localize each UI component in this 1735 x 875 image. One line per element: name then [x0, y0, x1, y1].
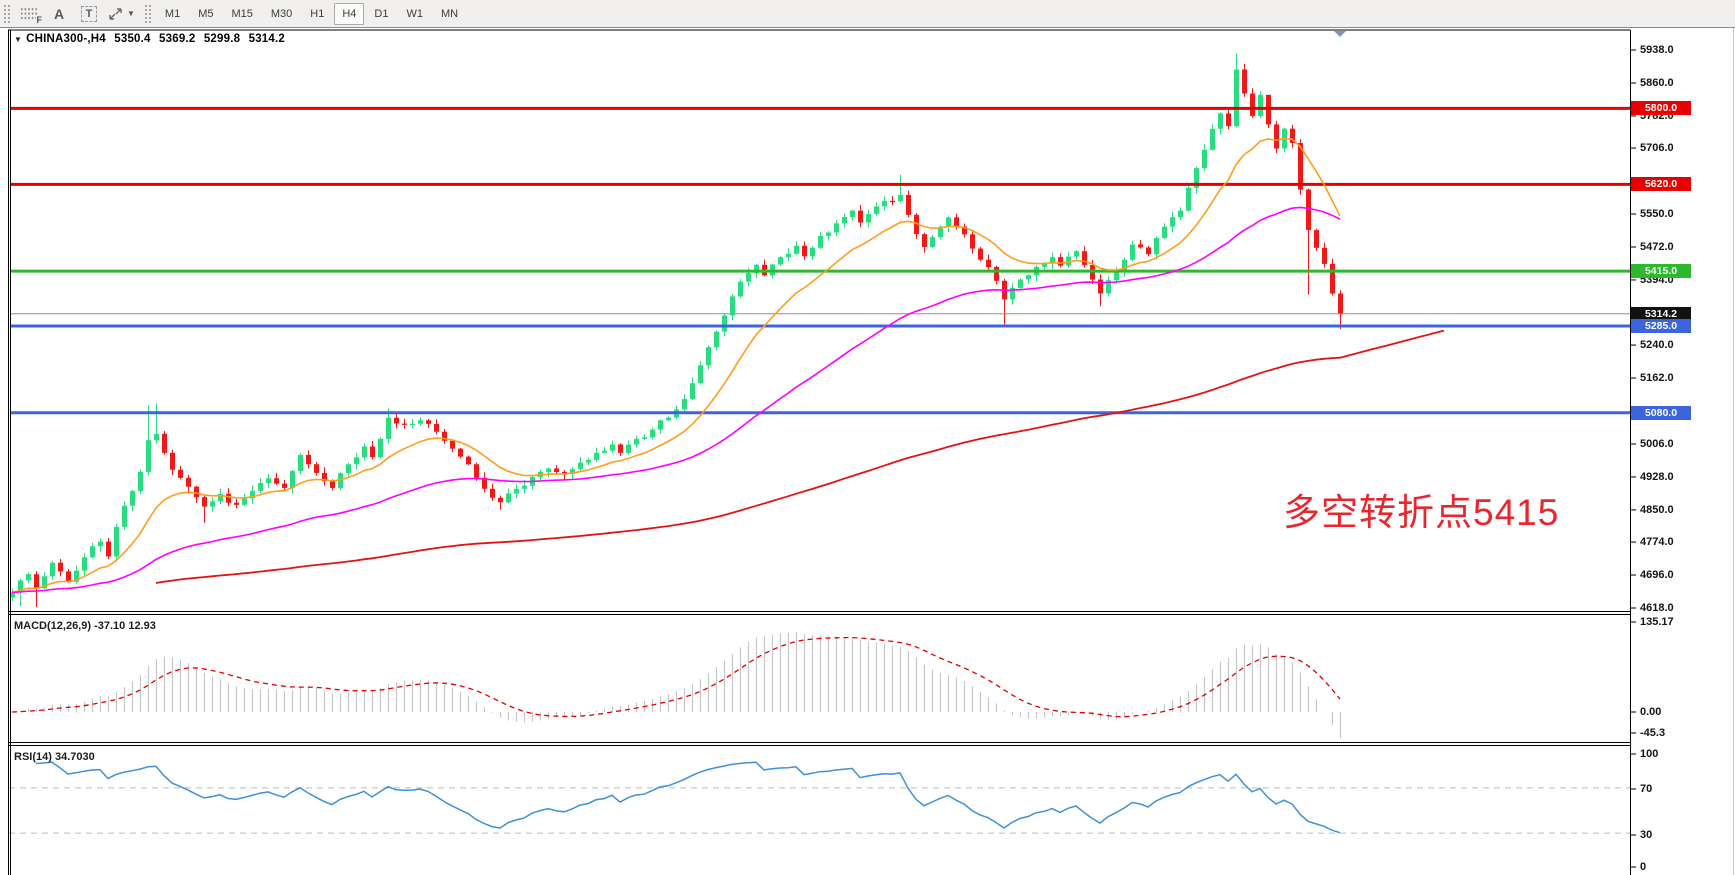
- rsi-tick-30: 30: [1640, 828, 1710, 842]
- macd-indicator-label: MACD(12,26,9) -37.10 12.93: [14, 620, 156, 632]
- price-tick-5162: 5162.0: [1640, 371, 1710, 385]
- price-tick-5550: 5550.0: [1640, 207, 1710, 221]
- rsi-tick-70: 70: [1640, 782, 1710, 796]
- symbol-period-label: CHINA300-,H4: [26, 33, 106, 45]
- price-badge-5620.0: 5620.0: [1631, 177, 1691, 191]
- collapse-caret-icon[interactable]: ▼: [14, 35, 22, 44]
- price-badge-5080.0: 5080.0: [1631, 406, 1691, 420]
- rsi-indicator-label: RSI(14) 34.7030: [14, 751, 95, 763]
- price-tick-5860: 5860.0: [1640, 76, 1710, 90]
- price-badge-5285.0: 5285.0: [1631, 319, 1691, 333]
- macd-tick--45.3: -45.3: [1640, 726, 1710, 740]
- scroll-marker-icon[interactable]: [1334, 31, 1346, 37]
- price-tick-4618: 4618.0: [1640, 601, 1710, 615]
- chart-header: ▼ CHINA300-,H4 5350.4 5369.2 5299.8 5314.…: [14, 33, 290, 45]
- price-tick-4774: 4774.0: [1640, 535, 1710, 549]
- open-value: 5350.4: [114, 33, 150, 45]
- price-tick-5240: 5240.0: [1640, 338, 1710, 352]
- ma-slow-line: [156, 331, 1444, 583]
- macd-tick-0.00: 0.00: [1640, 705, 1710, 719]
- price-tick-5706: 5706.0: [1640, 141, 1710, 155]
- rsi-tick-0: 0: [1640, 860, 1710, 874]
- price-badge-5415.0: 5415.0: [1631, 264, 1691, 278]
- low-value: 5299.8: [204, 33, 240, 45]
- price-badge-5800.0: 5800.0: [1631, 101, 1691, 115]
- rsi-line: [36, 762, 1340, 833]
- ma-mid-line: [12, 207, 1340, 592]
- chart-canvas[interactable]: [0, 0, 1735, 875]
- macd-tick-135.17: 135.17: [1640, 615, 1710, 629]
- close-value: 5314.2: [249, 33, 285, 45]
- price-tick-5006: 5006.0: [1640, 437, 1710, 451]
- price-tick-4850: 4850.0: [1640, 503, 1710, 517]
- rsi-tick-100: 100: [1640, 747, 1710, 761]
- trading-terminal-window: F A T ▼ M1M5M15M30H1H4D1W1MN ▼CHINA300-,…: [0, 0, 1735, 875]
- price-tick-5938: 5938.0: [1640, 43, 1710, 57]
- price-tick-4928: 4928.0: [1640, 470, 1710, 484]
- price-tick-4696: 4696.0: [1640, 568, 1710, 582]
- price-tick-5472: 5472.0: [1640, 240, 1710, 254]
- chart-text-annotation[interactable]: 多空转折点5415: [1283, 482, 1559, 536]
- high-value: 5369.2: [159, 33, 195, 45]
- macd-histogram: [13, 632, 1341, 738]
